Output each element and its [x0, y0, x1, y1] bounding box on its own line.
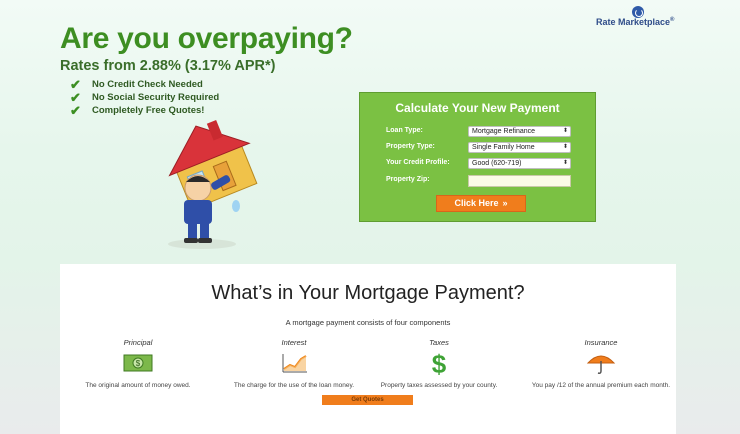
click-here-button[interactable]: Click Here» [436, 195, 526, 212]
property-type-field: Property Type: Single Family Home ⬍ [386, 142, 576, 154]
chart-icon [282, 354, 307, 373]
loan-type-select[interactable]: Mortgage Refinance ⬍ [468, 126, 571, 137]
get-quotes-button[interactable]: Get Quotes [322, 395, 413, 405]
credit-profile-select[interactable]: Good (620-719) ⬍ [468, 158, 571, 169]
select-arrows-icon: ⬍ [562, 144, 568, 150]
property-zip-field: Property Zip: [386, 175, 576, 187]
component-principal: Principal $ The original amount of money… [85, 338, 191, 389]
rates-subheadline: Rates from 2.88% (3.17% APR*) [60, 58, 276, 74]
loan-type-field: Loan Type: Mortgage Refinance ⬍ [386, 126, 576, 138]
property-zip-input[interactable] [468, 175, 571, 187]
info-title: What’s in Your Mortgage Payment? [211, 282, 525, 304]
mortgage-info-panel: What’s in Your Mortgage Payment? A mortg… [60, 264, 676, 434]
umbrella-icon [586, 355, 616, 374]
headline: Are you overpaying? [60, 22, 353, 55]
payment-calculator-panel: Calculate Your New Payment Loan Type: Mo… [359, 92, 596, 222]
benefit-item: ✔ No Credit Check Needed [70, 76, 203, 92]
dollar-sign-icon: $ [432, 349, 447, 379]
info-subtitle: A mortgage payment consists of four comp… [285, 318, 451, 327]
checkmark-icon: ✔ [70, 102, 81, 118]
benefit-item: ✔ No Social Security Required [70, 89, 220, 105]
double-chevron-icon: » [502, 198, 508, 208]
component-insurance: Insurance You pay /12 of the annual prem… [531, 338, 671, 389]
money-bill-icon: $ [123, 354, 153, 372]
svg-text:$: $ [136, 359, 141, 368]
logo-text: Rate Marketplace® [596, 17, 675, 27]
checkmark-icon: ✔ [70, 89, 81, 105]
select-arrows-icon: ⬍ [562, 160, 568, 166]
credit-profile-field: Your Credit Profile: Good (620-719) ⬍ [386, 158, 576, 170]
property-type-select[interactable]: Single Family Home ⬍ [468, 142, 571, 153]
select-arrows-icon: ⬍ [562, 128, 568, 134]
svg-text:$: $ [432, 351, 447, 375]
rate-marketplace-logo[interactable]: Rate Marketplace® [596, 6, 706, 30]
man-carrying-house-illustration [168, 120, 258, 249]
calculator-title: Calculate Your New Payment [395, 101, 560, 115]
checkmark-icon: ✔ [70, 76, 81, 92]
component-interest: Interest The charge for the use of the l… [233, 338, 355, 389]
component-taxes: Taxes $ Property taxes assessed by your … [380, 338, 498, 389]
